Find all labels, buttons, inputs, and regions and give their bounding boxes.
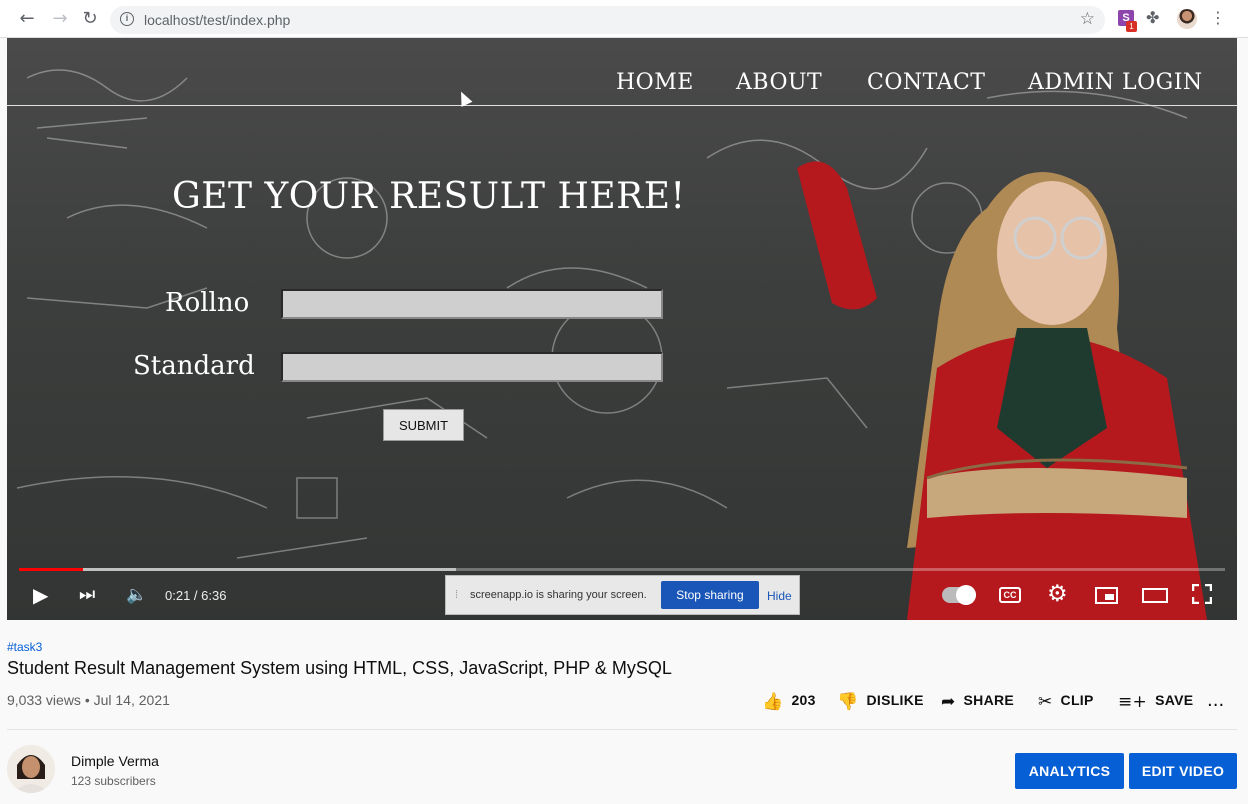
play-icon[interactable]: ▶ — [33, 583, 48, 607]
progress-buffered — [19, 568, 456, 571]
clip-label: CLIP — [1060, 692, 1094, 708]
nav-home-link[interactable]: HOME — [616, 70, 694, 95]
reload-icon[interactable]: ↻ — [79, 8, 101, 30]
site-info-icon[interactable]: i — [120, 12, 134, 26]
share-arrow-icon: ➦ — [941, 692, 956, 712]
fullscreen-icon[interactable] — [1191, 583, 1213, 605]
autoplay-toggle[interactable] — [942, 585, 976, 605]
drag-handle-icon[interactable]: ⁞ — [455, 589, 458, 601]
channel-name[interactable]: Dimple Verma — [71, 753, 159, 769]
edit-video-button[interactable]: EDIT VIDEO — [1129, 753, 1237, 789]
video-player[interactable]: HOME ABOUT CONTACT ADMIN LOGIN GET YOUR … — [7, 38, 1237, 620]
nav-about-link[interactable]: ABOUT — [736, 70, 822, 95]
standard-input[interactable] — [281, 352, 663, 382]
channel-avatar[interactable] — [7, 745, 55, 793]
view-count-date: 9,033 views • Jul 14, 2021 — [7, 692, 170, 708]
profile-avatar[interactable] — [1177, 9, 1197, 29]
share-button[interactable]: ➦ SHARE — [941, 692, 1014, 712]
submit-button[interactable]: SUBMIT — [383, 409, 464, 441]
stop-sharing-button[interactable]: Stop sharing — [661, 581, 759, 609]
save-label: SAVE — [1155, 692, 1194, 708]
time-display: 0:21 / 6:36 — [165, 588, 227, 603]
thumbs-down-icon: 👎 — [837, 692, 859, 712]
bookmark-star-icon[interactable]: ☆ — [1080, 9, 1095, 29]
more-actions-icon[interactable]: ... — [1207, 690, 1224, 711]
address-bar[interactable]: i localhost/test/index.php ☆ — [110, 6, 1105, 34]
site-navbar: HOME ABOUT CONTACT ADMIN LOGIN — [7, 38, 1237, 106]
browser-menu-icon[interactable]: ⋮ — [1210, 8, 1226, 27]
screen-sharing-bar: ⁞ screenapp.io is sharing your screen. S… — [445, 575, 800, 615]
clip-button[interactable]: ✂ CLIP — [1038, 692, 1094, 712]
subscriber-count: 123 subscribers — [71, 774, 156, 788]
sharing-message: screenapp.io is sharing your screen. — [470, 589, 647, 601]
hero-title: GET YOUR RESULT HERE! — [172, 176, 686, 217]
forward-arrow-icon[interactable]: → — [49, 8, 71, 30]
playlist-add-icon: ≡+ — [1118, 692, 1148, 712]
rollno-label: Rollno — [165, 288, 250, 318]
url-text: localhost/test/index.php — [144, 12, 291, 28]
nav-admin-login-link[interactable]: ADMIN LOGIN — [1028, 70, 1203, 95]
progress-played — [19, 568, 83, 571]
like-button[interactable]: 👍 203 — [762, 692, 816, 712]
extensions-puzzle-icon[interactable]: ✤ — [1146, 8, 1159, 27]
hashtag-link[interactable]: #task3 — [7, 640, 42, 654]
save-button[interactable]: ≡+ SAVE — [1118, 692, 1193, 712]
thumbs-up-icon: 👍 — [762, 692, 784, 712]
dislike-button[interactable]: 👎 DISLIKE — [837, 692, 924, 712]
section-divider — [7, 729, 1237, 730]
like-count: 203 — [791, 692, 816, 708]
dislike-label: DISLIKE — [866, 692, 924, 708]
settings-gear-icon[interactable]: ⚙ — [1047, 581, 1068, 607]
scissors-icon: ✂ — [1038, 692, 1053, 712]
miniplayer-icon[interactable] — [1095, 587, 1118, 604]
extension-badge: 1 — [1126, 21, 1137, 32]
nav-contact-link[interactable]: CONTACT — [867, 70, 985, 95]
rollno-input[interactable] — [281, 289, 663, 319]
analytics-button[interactable]: ANALYTICS — [1015, 753, 1124, 789]
theater-mode-icon[interactable] — [1142, 588, 1168, 603]
volume-icon[interactable]: 🔈 — [126, 585, 147, 605]
back-arrow-icon[interactable]: ← — [16, 8, 38, 30]
standard-label: Standard — [133, 351, 255, 381]
hide-sharing-link[interactable]: Hide — [767, 589, 792, 603]
browser-toolbar: ← → ↻ i localhost/test/index.php ☆ S 1 ✤… — [0, 0, 1248, 38]
captions-icon[interactable]: CC — [999, 587, 1021, 603]
video-title: Student Result Management System using H… — [7, 658, 672, 678]
share-label: SHARE — [963, 692, 1015, 708]
next-icon[interactable]: ⏭ — [79, 584, 95, 605]
teacher-image — [797, 161, 1207, 620]
